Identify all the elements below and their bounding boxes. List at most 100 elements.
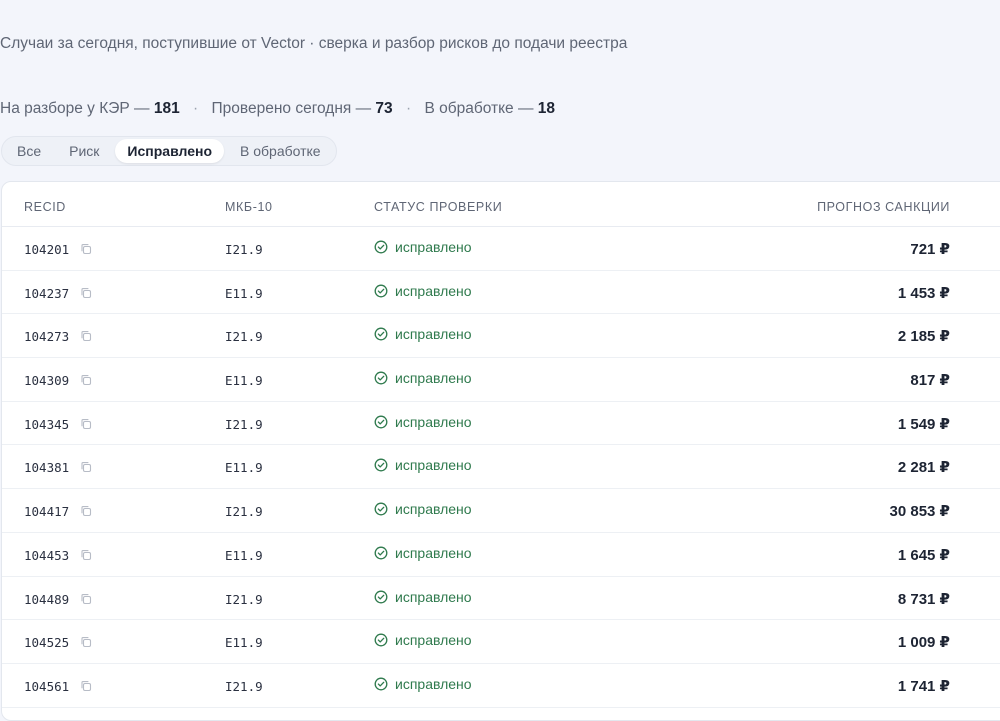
- copy-icon[interactable]: [80, 592, 92, 604]
- status-cell: исправлено: [374, 239, 472, 255]
- mkb-cell: I21.9: [225, 504, 263, 520]
- sanction-cell: 1 009 ₽: [897, 634, 950, 652]
- mkb-cell: I21.9: [225, 242, 263, 257]
- status-cell: исправлено: [374, 676, 472, 692]
- table-row[interactable]: 104237 E11.9 исправлено 1 453 ₽: [2, 271, 1000, 315]
- table-row[interactable]: 104417 I21.9 исправлено 30 853 ₽: [2, 489, 1000, 533]
- copy-icon[interactable]: [80, 679, 92, 691]
- stats-bar: На разборе у КЭР — 181 · Проверено сегод…: [0, 100, 555, 118]
- column-header-status[interactable]: СТАТУС ПРОВЕРКИ: [374, 200, 502, 214]
- table-row[interactable]: 104525 E11.9 исправлено 1 009 ₽: [2, 620, 1000, 664]
- status-text: исправлено: [395, 632, 472, 649]
- tab-all[interactable]: Все: [5, 139, 53, 163]
- table-row[interactable]: 104561 I21.9 исправлено 1 741 ₽: [2, 664, 1000, 708]
- mkb-cell: E11.9: [225, 547, 263, 563]
- sanction-cell: 8 731 ₽: [897, 590, 950, 608]
- check-circle-icon: [374, 677, 388, 691]
- sanction-cell: 1 645 ₽: [897, 546, 950, 564]
- tab-risk[interactable]: Риск: [57, 139, 111, 163]
- check-circle-icon: [374, 371, 388, 385]
- copy-icon[interactable]: [80, 286, 92, 298]
- stat-label-review: На разборе у КЭР —: [0, 100, 150, 117]
- stat-separator: ·: [193, 100, 199, 117]
- status-text: исправлено: [395, 370, 472, 387]
- copy-icon[interactable]: [80, 329, 92, 342]
- recid-cell: 104525: [24, 635, 70, 651]
- check-circle-icon: [374, 284, 388, 298]
- status-cell: исправлено: [374, 283, 472, 299]
- copy-icon[interactable]: [80, 504, 92, 517]
- recid-cell: 104201: [24, 242, 70, 257]
- check-circle-icon: [374, 415, 388, 429]
- recid-cell: 104417: [24, 504, 70, 520]
- status-text: исправлено: [395, 413, 472, 430]
- mkb-cell: E11.9: [225, 460, 263, 476]
- copy-icon[interactable]: [80, 460, 92, 473]
- check-circle-icon: [374, 240, 388, 254]
- check-circle-icon: [374, 502, 388, 516]
- stat-value-review: 181: [153, 100, 180, 117]
- status-text: исправлено: [395, 544, 472, 561]
- mkb-cell: E11.9: [225, 373, 263, 389]
- page-subtitle: Случаи за сегодня, поступившие от Vector…: [0, 35, 628, 52]
- recid-cell: 104273: [24, 329, 70, 345]
- table-body: 104201 I21.9 исправлено 721 ₽ 104237 E11…: [2, 227, 1000, 708]
- status-text: исправлено: [395, 282, 472, 299]
- column-header-mkb[interactable]: МКБ-10: [225, 200, 273, 214]
- stat-value-checked: 73: [375, 100, 393, 117]
- status-cell: исправлено: [374, 589, 472, 605]
- mkb-cell: I21.9: [225, 591, 263, 607]
- stat-label-checked: Проверено сегодня —: [211, 100, 372, 117]
- status-cell: исправлено: [374, 326, 472, 342]
- check-circle-icon: [374, 590, 388, 604]
- recid-cell: 104237: [24, 285, 70, 301]
- copy-icon[interactable]: [80, 417, 92, 429]
- stat-label-processing: В обработке —: [424, 100, 534, 117]
- mkb-cell: E11.9: [225, 285, 263, 301]
- sanction-cell: 2 281 ₽: [897, 459, 950, 477]
- recid-cell: 104309: [24, 373, 70, 389]
- table-row[interactable]: 104453 E11.9 исправлено 1 645 ₽: [2, 533, 1000, 577]
- copy-icon[interactable]: [80, 635, 92, 648]
- mkb-cell: E11.9: [225, 635, 263, 651]
- sanction-cell: 721 ₽: [910, 241, 950, 258]
- table-row[interactable]: 104345 I21.9 исправлено 1 549 ₽: [2, 402, 1000, 446]
- sanction-cell: 817 ₽: [910, 372, 950, 390]
- mkb-cell: I21.9: [225, 416, 263, 432]
- copy-icon[interactable]: [80, 548, 92, 560]
- copy-icon[interactable]: [80, 242, 92, 255]
- check-circle-icon: [374, 327, 388, 341]
- table-row[interactable]: 104381 E11.9 исправлено 2 281 ₽: [2, 445, 1000, 490]
- check-circle-icon: [374, 458, 388, 472]
- check-circle-icon: [374, 546, 388, 560]
- check-circle-icon: [374, 633, 388, 647]
- tab-processing[interactable]: В обработке: [228, 139, 333, 163]
- table-row[interactable]: 104273 I21.9 исправлено 2 185 ₽: [2, 314, 1000, 359]
- column-header-sanction[interactable]: ПРОГНОЗ САНКЦИИ: [817, 200, 950, 214]
- table-row[interactable]: 104201 I21.9 исправлено 721 ₽: [2, 227, 1000, 271]
- column-header-recid[interactable]: RECID: [24, 200, 66, 214]
- status-text: исправлено: [395, 239, 472, 255]
- copy-icon[interactable]: [80, 373, 92, 386]
- stat-value-processing: 18: [537, 100, 556, 117]
- cases-table: RECID МКБ-10 СТАТУС ПРОВЕРКИ ПРОГНОЗ САН…: [1, 181, 1000, 721]
- status-cell: исправлено: [374, 545, 472, 561]
- status-cell: исправлено: [374, 457, 472, 473]
- recid-cell: 104453: [24, 547, 70, 563]
- recid-cell: 104561: [24, 678, 70, 694]
- status-cell: исправлено: [374, 501, 472, 517]
- table-header: RECID МКБ-10 СТАТУС ПРОВЕРКИ ПРОГНОЗ САН…: [2, 182, 1000, 227]
- sanction-cell: 1 549 ₽: [897, 415, 950, 433]
- table-row[interactable]: 104309 E11.9 исправлено 817 ₽: [2, 358, 1000, 402]
- status-text: исправлено: [395, 457, 472, 474]
- recid-cell: 104489: [24, 591, 70, 607]
- status-text: исправлено: [395, 326, 472, 343]
- status-text: исправлено: [395, 501, 472, 518]
- filter-tabs: Все Риск Исправлено В обработке: [1, 136, 337, 166]
- status-cell: исправлено: [374, 370, 472, 386]
- table-row[interactable]: 104489 I21.9 исправлено 8 731 ₽: [2, 577, 1000, 621]
- sanction-cell: 1 741 ₽: [897, 677, 950, 695]
- recid-cell: 104345: [24, 416, 70, 432]
- tab-fixed[interactable]: Исправлено: [115, 139, 224, 163]
- status-text: исправлено: [395, 675, 472, 692]
